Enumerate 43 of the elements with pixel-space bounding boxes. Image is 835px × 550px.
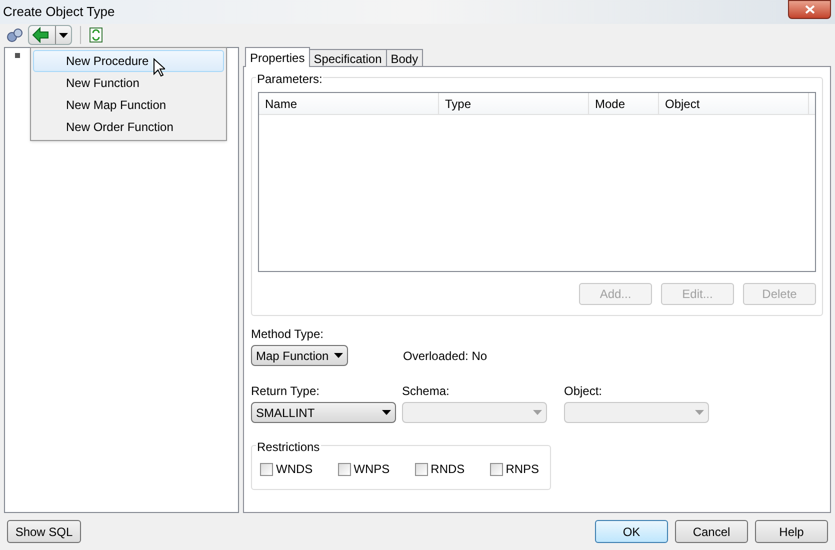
field-label: Object: [564,383,604,400]
column-header[interactable]: Name [259,93,439,114]
tab[interactable]: Properties [245,47,310,67]
dropdown-value: SMALLINT [256,404,315,422]
field-label: Method Type: [251,326,324,343]
add-split-button[interactable] [28,25,72,45]
dropdown-value: Map Function [256,348,329,364]
menu-item[interactable]: New Order Function [33,116,224,138]
overloaded-text: Overloaded: No [403,348,488,364]
menu-item[interactable]: New Function [33,72,224,94]
checkbox-label: WNDS [276,461,313,478]
tab[interactable]: Body [386,49,424,67]
dropdown[interactable]: SMALLINT [251,402,396,423]
caret-icon [533,410,542,415]
window-title: Create Object Type [3,3,115,22]
caret-icon [334,353,343,358]
checkbox-label: RNDS [430,461,465,478]
checkbox-label: WNPS [354,461,390,478]
menu-item[interactable]: New Map Function [33,94,224,116]
caret-icon [695,410,704,415]
field-label: Return Type: [251,383,320,400]
column-header[interactable]: Mode [589,93,659,114]
checkbox[interactable] [338,462,351,476]
field-label: Schema: [402,383,450,400]
dropdown[interactable]: Map Function [251,345,348,366]
dialog-button[interactable]: OK [595,520,668,543]
refresh-icon[interactable] [89,27,103,43]
dialog-button[interactable]: Help [755,520,828,543]
checkbox[interactable] [260,462,273,476]
checkbox[interactable] [414,462,428,476]
tab[interactable]: Specification [308,49,387,67]
checkbox-label: RNPS [506,461,540,478]
column-header[interactable]: Object [659,93,809,114]
dialog-button[interactable]: Cancel [675,520,748,543]
caret-icon [59,32,68,38]
close-icon [804,5,814,14]
menu-item[interactable]: New Procedure [33,50,224,72]
caret-icon [382,410,391,415]
show-sql-button[interactable]: Show SQL [7,520,81,543]
close-button[interactable] [788,0,831,19]
column-header[interactable]: Type [439,93,589,114]
mouse-cursor-icon [153,58,165,77]
checkbox[interactable] [490,462,503,476]
